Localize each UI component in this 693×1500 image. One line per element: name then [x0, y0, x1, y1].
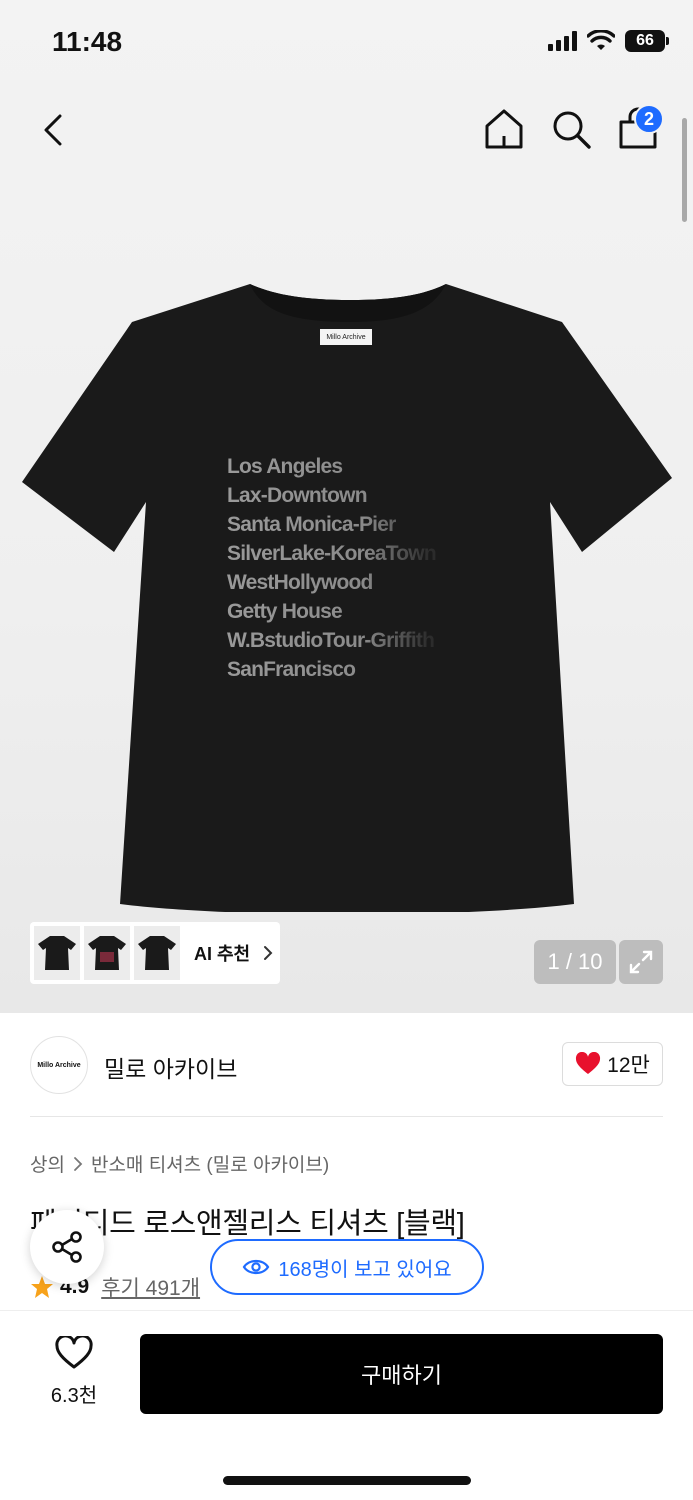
eye-icon [243, 1259, 270, 1275]
image-pager: 1 / 10 [534, 940, 616, 984]
print-line: W.BstudioTour-Griffith [227, 626, 477, 655]
heart-outline-icon [55, 1334, 93, 1369]
ai-recommend-card[interactable]: AI 추천 [30, 922, 280, 984]
cart-count-badge: 2 [634, 104, 664, 134]
shirt-label: Millo Archive [320, 329, 372, 345]
print-line: WestHollywood [227, 568, 477, 597]
print-line: SanFrancisco [227, 655, 477, 684]
expand-image-button[interactable] [619, 940, 663, 984]
home-indicator [223, 1476, 471, 1485]
back-arrow-icon[interactable] [34, 108, 74, 152]
home-icon[interactable] [482, 106, 526, 152]
recommend-thumbnail[interactable] [34, 926, 80, 980]
scroll-indicator [682, 118, 687, 222]
shirt-print: Los Angeles Lax-Downtown Santa Monica-Pi… [227, 452, 477, 684]
status-icons: 66 [548, 30, 669, 52]
viewers-text: 168명이 보고 있어요 [278, 1258, 452, 1281]
recommend-thumbnail[interactable] [84, 926, 130, 980]
share-icon [52, 1231, 82, 1263]
expand-icon [629, 950, 653, 974]
print-line: Lax-Downtown [227, 481, 477, 510]
print-line: Los Angeles [227, 452, 477, 481]
breadcrumb: 상의 반소매 티셔츠 (밀로 아카이브) [30, 1150, 329, 1177]
review-count-link[interactable]: 후기 491개 [101, 1272, 200, 1302]
buy-button[interactable]: 구매하기 [140, 1334, 663, 1414]
print-line: Getty House [227, 597, 477, 626]
brand-name[interactable]: 밀로 아카이브 [104, 1050, 237, 1084]
wishlist-count: 6.3천 [50, 1385, 98, 1407]
print-line: SilverLake-KoreaTown [227, 539, 477, 568]
brand-like-button[interactable]: 12만 [562, 1042, 663, 1086]
ai-recommend-label: AI 추천 [194, 944, 251, 964]
wishlist-button[interactable]: 6.3천 [38, 1334, 110, 1408]
wifi-icon [587, 30, 615, 50]
divider [30, 1116, 663, 1117]
viewers-badge: 168명이 보고 있어요 [210, 1239, 484, 1295]
breadcrumb-subcategory[interactable]: 반소매 티셔츠 (밀로 아카이브) [91, 1150, 329, 1177]
heart-filled-icon [576, 1052, 601, 1074]
status-time: 11:48 [52, 26, 123, 57]
search-icon[interactable] [549, 106, 593, 152]
brand-logo[interactable]: Millo Archive [30, 1036, 88, 1094]
product-image-area[interactable]: 11:48 66 2 Millo Archive Los Angeles Lax… [0, 0, 693, 1013]
chevron-right-icon [74, 1156, 83, 1171]
brand-like-count: 12만 [607, 1054, 650, 1077]
signal-icon [548, 31, 577, 51]
chevron-right-icon [264, 946, 273, 960]
recommend-thumbnail[interactable] [134, 926, 180, 980]
share-button[interactable] [30, 1210, 104, 1284]
battery-icon: 66 [625, 30, 669, 52]
breadcrumb-category[interactable]: 상의 [30, 1150, 65, 1177]
print-line: Santa Monica-Pier [227, 510, 477, 539]
